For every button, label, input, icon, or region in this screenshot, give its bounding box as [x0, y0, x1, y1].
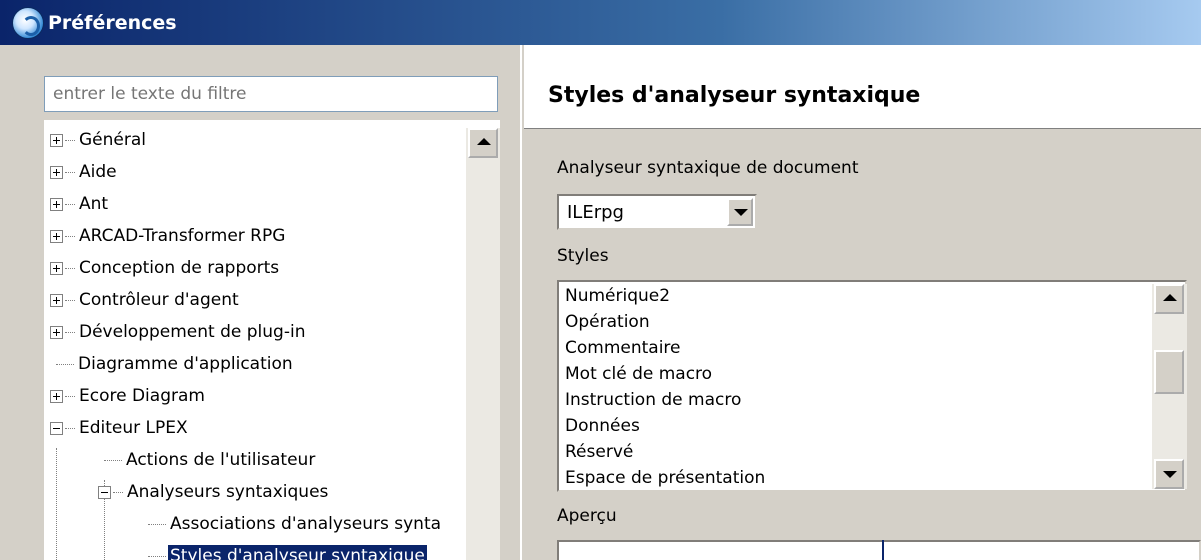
collapse-icon[interactable] — [50, 421, 63, 435]
tree-item-editeur-lpex[interactable]: Editeur LPEX — [50, 412, 190, 444]
tree-item-ecore-diagram[interactable]: Ecore Diagram — [50, 380, 207, 412]
tree-item-associations-d-analyseurs[interactable]: Associations d'analyseurs synta — [148, 508, 443, 540]
tree-item-ant[interactable]: Ant — [50, 188, 110, 220]
preview-area[interactable] — [557, 540, 1201, 560]
tree-item-developpement-de-plug-in[interactable]: Développement de plug-in — [50, 316, 307, 348]
tree-item-actions-de-l-utilisateur[interactable]: Actions de l'utilisateur — [104, 444, 317, 476]
scroll-up-button[interactable] — [1154, 284, 1184, 314]
styles-list[interactable]: Numérique2 Opération Commentaire Mot clé… — [557, 280, 1187, 492]
page-title: Styles d'analyseur syntaxique — [548, 83, 921, 108]
tree-item-diagramme-d-application[interactable]: Diagramme d'application — [56, 348, 295, 380]
list-item[interactable]: Commentaire — [565, 338, 681, 358]
parser-select-value: ILErpg — [567, 201, 624, 223]
expand-icon[interactable] — [50, 389, 63, 403]
chevron-down-icon[interactable] — [727, 198, 753, 226]
expand-icon[interactable] — [50, 133, 63, 147]
scroll-up-button[interactable] — [468, 128, 498, 158]
scroll-thumb[interactable] — [1154, 350, 1184, 394]
page-header: Styles d'analyseur syntaxique — [524, 45, 1201, 129]
scroll-down-button[interactable] — [1154, 459, 1184, 489]
window-title: Préférences — [48, 11, 177, 34]
tree-item-controleur-d-agent[interactable]: Contrôleur d'agent — [50, 284, 241, 316]
list-item[interactable]: Réservé — [565, 442, 633, 462]
expand-icon[interactable] — [50, 165, 63, 179]
tree-item-conception-de-rapports[interactable]: Conception de rapports — [50, 252, 281, 284]
preview-label: Aperçu — [557, 506, 617, 526]
list-item[interactable]: Opération — [565, 312, 650, 332]
tree-item-aide[interactable]: Aide — [50, 156, 119, 188]
styles-label: Styles — [557, 246, 609, 266]
expand-icon[interactable] — [50, 229, 63, 243]
tree-scrollbar[interactable] — [466, 128, 500, 560]
expand-icon[interactable] — [50, 325, 63, 339]
app-icon — [12, 6, 44, 39]
list-item[interactable]: Mot clé de macro — [565, 364, 712, 384]
title-bar[interactable]: Préférences — [0, 0, 1201, 45]
list-item[interactable]: Numérique2 — [565, 286, 670, 306]
styles-scrollbar[interactable] — [1152, 284, 1187, 489]
list-item[interactable]: Espace de présentation — [565, 468, 765, 488]
tree-item-analyseurs-syntaxiques[interactable]: Analyseurs syntaxiques — [98, 476, 330, 508]
expand-icon[interactable] — [50, 197, 63, 211]
parser-select[interactable]: ILErpg — [557, 194, 757, 230]
expand-icon[interactable] — [50, 293, 63, 307]
expand-icon[interactable] — [50, 261, 63, 275]
list-item[interactable]: Instruction de macro — [565, 390, 741, 410]
tree-item-general[interactable]: Général — [50, 124, 148, 156]
collapse-icon[interactable] — [98, 485, 111, 499]
filter-input[interactable] — [44, 76, 498, 112]
tree-item-styles-d-analyseur-syntaxique[interactable]: Styles d'analyseur syntaxique — [148, 540, 427, 560]
parser-label: Analyseur syntaxique de document — [557, 158, 859, 178]
list-item[interactable]: Données — [565, 416, 640, 436]
preview-cursor — [882, 540, 884, 560]
tree-item-arcad-transformer-rpg[interactable]: ARCAD-Transformer RPG — [50, 220, 287, 252]
preferences-tree[interactable]: Général Aide Ant ARCAD-Transformer RPG C… — [44, 120, 500, 560]
